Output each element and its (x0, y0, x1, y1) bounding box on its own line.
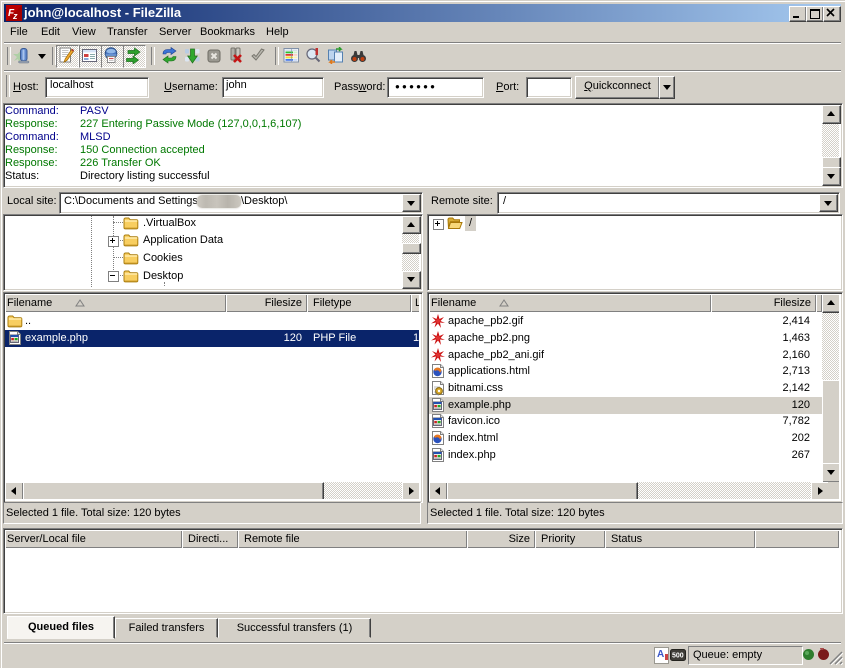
svg-text:z: z (12, 11, 18, 21)
svg-text:500: 500 (672, 653, 684, 660)
